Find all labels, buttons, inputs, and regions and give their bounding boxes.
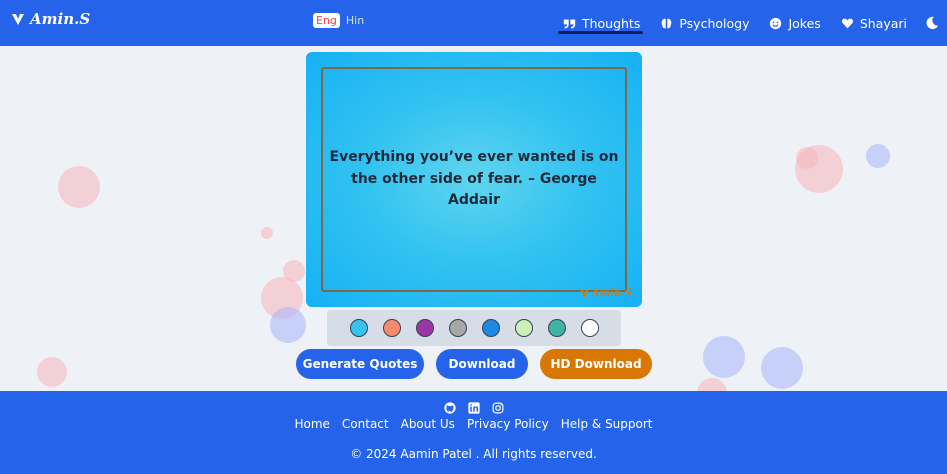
site-footer: Home Contact About Us Privacy Policy Hel… [0, 391, 947, 474]
footer-link-privacy[interactable]: Privacy Policy [467, 417, 549, 431]
decor-bubble [866, 144, 890, 168]
color-swatch[interactable] [382, 319, 401, 337]
linkedin-icon[interactable] [467, 402, 480, 414]
lang-hin-option[interactable]: Hin [346, 14, 364, 27]
watermark-text: Amin.S [591, 288, 632, 299]
footer-link-help[interactable]: Help & Support [561, 417, 653, 431]
quote-icon [563, 18, 576, 28]
nav-psychology[interactable]: Psychology [660, 0, 749, 46]
decor-bubble [761, 347, 803, 389]
nav-psychology-label: Psychology [679, 15, 750, 31]
main-nav: Thoughts Psychology Jokes Shayari [543, 0, 939, 46]
nav-jokes[interactable]: Jokes [769, 0, 821, 46]
quote-card: Everything you’ve ever wanted is on the … [306, 52, 642, 307]
nav-jokes-label: Jokes [788, 15, 821, 31]
hd-download-button[interactable]: HD Download [540, 349, 652, 379]
site-logo[interactable]: Amin.S [10, 10, 90, 28]
nav-shayari[interactable]: Shayari [841, 0, 907, 46]
color-swatch[interactable] [349, 319, 368, 337]
decor-bubble [703, 336, 745, 378]
footer-link-home[interactable]: Home [294, 417, 329, 431]
nav-thoughts[interactable]: Thoughts [557, 0, 644, 46]
color-swatch[interactable] [415, 319, 434, 337]
decor-bubble [58, 166, 100, 208]
color-picker [327, 310, 621, 346]
card-watermark: Amin.S [579, 288, 632, 299]
instagram-icon[interactable] [492, 402, 504, 414]
moon-icon[interactable] [925, 16, 939, 30]
decor-bubble [261, 227, 273, 239]
color-swatch[interactable] [580, 319, 599, 337]
nav-shayari-label: Shayari [859, 15, 907, 31]
download-button[interactable]: Download [436, 349, 528, 379]
social-links [0, 402, 947, 414]
nav-thoughts-label: Thoughts [581, 15, 641, 31]
quote-frame: Everything you’ve ever wanted is on the … [321, 67, 627, 292]
footer-link-contact[interactable]: Contact [342, 417, 389, 431]
heart-logo-icon [580, 290, 589, 298]
lang-eng-option[interactable]: Eng [313, 13, 340, 28]
logo-text: Amin.S [30, 10, 91, 28]
top-navbar: Amin.S Eng Hin Thoughts Psychology Jokes… [0, 0, 947, 46]
decor-bubble [270, 307, 306, 343]
color-swatch[interactable] [514, 319, 533, 337]
brain-icon [661, 18, 672, 28]
color-swatch[interactable] [448, 319, 467, 337]
github-icon[interactable] [443, 402, 456, 414]
heart-icon [841, 18, 853, 28]
color-swatch[interactable] [481, 319, 500, 337]
language-switch[interactable]: Eng Hin [313, 13, 364, 28]
quote-text: Everything you’ve ever wanted is on the … [329, 148, 619, 209]
heart-logo-icon [12, 14, 24, 25]
smile-icon [770, 17, 782, 29]
copyright-text: © 2024 Aamin Patel . All rights reserved… [350, 447, 597, 461]
generate-quotes-button[interactable]: Generate Quotes [296, 349, 424, 379]
decor-bubble [37, 357, 67, 387]
color-swatch[interactable] [547, 319, 566, 337]
footer-link-about[interactable]: About Us [401, 417, 455, 431]
footer-links: Home Contact About Us Privacy Policy Hel… [0, 417, 947, 431]
decor-bubble [796, 147, 818, 169]
